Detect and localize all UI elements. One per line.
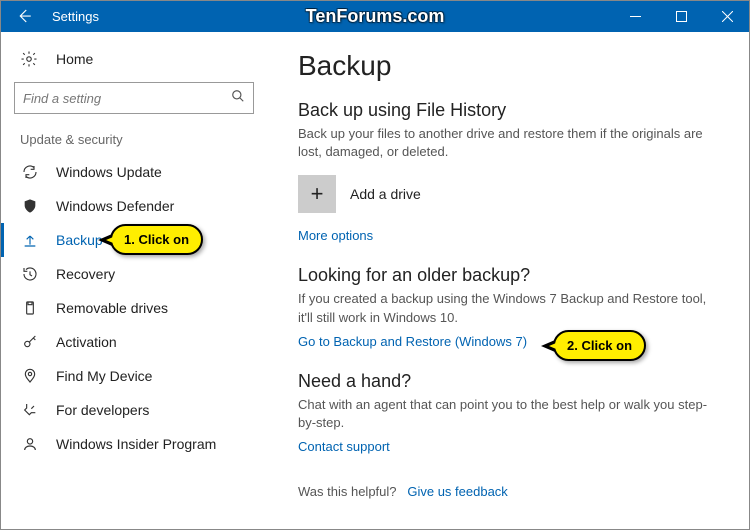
sidebar-item-insider-program[interactable]: Windows Insider Program — [0, 427, 268, 461]
titlebar: Settings TenForums.com — [0, 0, 750, 32]
need-hand-heading: Need a hand? — [298, 371, 720, 392]
sidebar-item-removable-drives[interactable]: Removable drives — [0, 291, 268, 325]
upload-icon — [20, 232, 40, 248]
sidebar: Home Update & security Windows Update Wi… — [0, 32, 268, 530]
location-icon — [20, 368, 40, 384]
callout-one: 1. Click on — [110, 224, 203, 255]
arrow-left-icon — [15, 7, 33, 25]
sidebar-item-label: Activation — [56, 334, 117, 350]
sidebar-item-for-developers[interactable]: For developers — [0, 393, 268, 427]
sidebar-item-label: Find My Device — [56, 368, 152, 384]
sidebar-item-windows-update[interactable]: Windows Update — [0, 155, 268, 189]
feedback-row: Was this helpful? Give us feedback — [298, 484, 720, 499]
sidebar-item-label: Removable drives — [56, 300, 168, 316]
gear-icon — [20, 50, 40, 68]
tools-icon — [20, 402, 40, 418]
file-history-heading: Back up using File History — [298, 100, 720, 121]
sidebar-item-find-my-device[interactable]: Find My Device — [0, 359, 268, 393]
sidebar-item-label: Windows Insider Program — [56, 436, 216, 452]
maximize-button[interactable] — [658, 0, 704, 32]
main-panel: Backup Back up using File History Back u… — [268, 32, 750, 530]
watermark-text: TenForums.com — [306, 6, 445, 27]
shield-icon — [20, 198, 40, 214]
older-backup-desc: If you created a backup using the Window… — [298, 290, 720, 326]
history-icon — [20, 266, 40, 282]
page-title: Backup — [298, 50, 720, 82]
person-icon — [20, 436, 40, 452]
add-drive-button[interactable]: + — [298, 175, 336, 213]
window-title: Settings — [48, 9, 99, 24]
file-history-desc: Back up your files to another drive and … — [298, 125, 720, 161]
sidebar-item-label: For developers — [56, 402, 149, 418]
home-button[interactable]: Home — [0, 46, 268, 82]
search-box[interactable] — [14, 82, 254, 114]
older-backup-heading: Looking for an older backup? — [298, 265, 720, 286]
plus-icon: + — [311, 181, 324, 207]
sidebar-item-activation[interactable]: Activation — [0, 325, 268, 359]
sidebar-item-label: Windows Update — [56, 164, 162, 180]
minimize-button[interactable] — [612, 0, 658, 32]
search-icon — [231, 89, 245, 108]
goto-backup-restore-link[interactable]: Go to Backup and Restore (Windows 7) — [298, 334, 527, 349]
usb-icon — [20, 300, 40, 316]
sidebar-item-label: Windows Defender — [56, 198, 174, 214]
callout-two: 2. Click on — [553, 330, 646, 361]
callout-one-text: 1. Click on — [124, 232, 189, 247]
key-icon — [20, 334, 40, 350]
sidebar-category: Update & security — [0, 132, 268, 155]
give-feedback-link[interactable]: Give us feedback — [407, 484, 507, 499]
add-drive-label: Add a drive — [350, 186, 421, 202]
sidebar-item-recovery[interactable]: Recovery — [0, 257, 268, 291]
callout-two-text: 2. Click on — [567, 338, 632, 353]
refresh-icon — [20, 164, 40, 180]
helpful-question: Was this helpful? — [298, 484, 397, 499]
sidebar-item-windows-defender[interactable]: Windows Defender — [0, 189, 268, 223]
back-button[interactable] — [0, 0, 48, 32]
home-label: Home — [56, 51, 93, 67]
sidebar-item-label: Recovery — [56, 266, 115, 282]
close-button[interactable] — [704, 0, 750, 32]
window-controls — [612, 0, 750, 32]
more-options-link[interactable]: More options — [298, 228, 373, 243]
contact-support-link[interactable]: Contact support — [298, 439, 390, 454]
need-hand-desc: Chat with an agent that can point you to… — [298, 396, 720, 432]
search-input[interactable] — [23, 91, 231, 106]
